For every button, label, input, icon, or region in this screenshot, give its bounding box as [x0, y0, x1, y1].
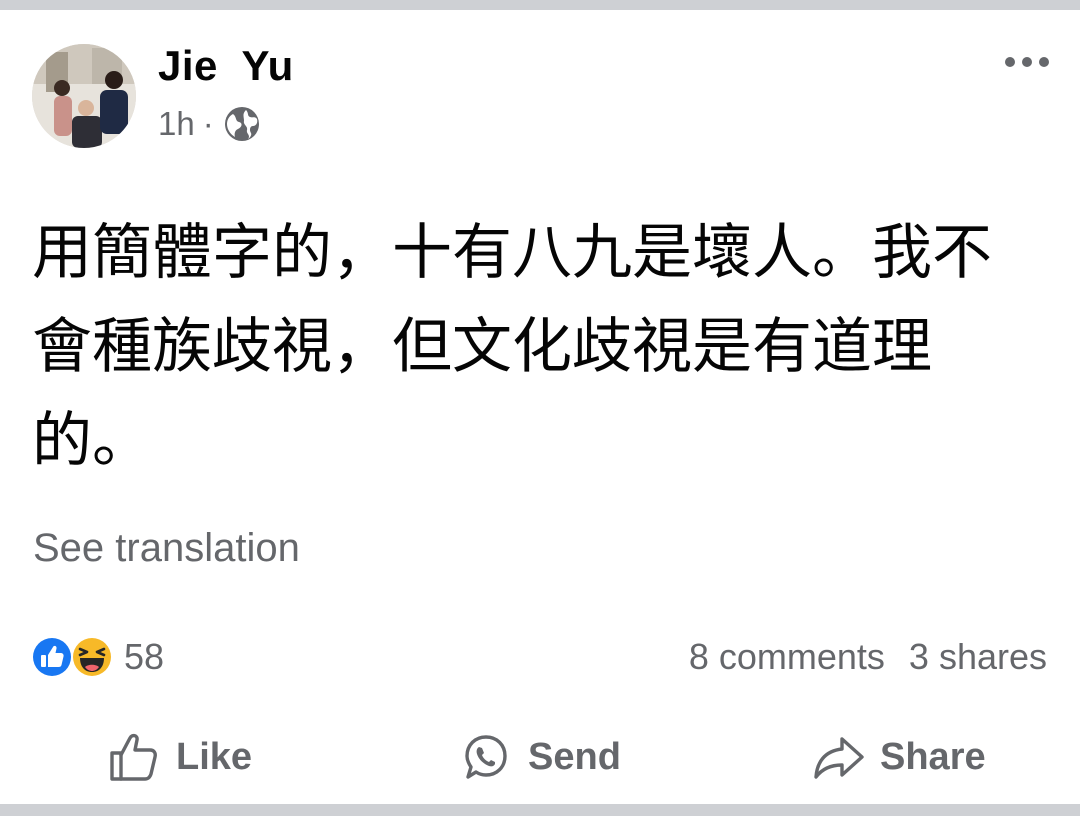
share-label: Share [880, 735, 986, 778]
shares-count[interactable]: 3 shares [909, 636, 1047, 678]
globe-icon[interactable] [222, 104, 262, 144]
thumbs-up-icon [110, 733, 157, 781]
action-bar: Like Send Share [0, 722, 1080, 792]
profile-photo [32, 44, 136, 148]
meta-separator: · [202, 105, 214, 142]
whatsapp-icon [465, 735, 507, 779]
like-reaction-icon [31, 636, 73, 678]
avatar[interactable] [32, 44, 136, 148]
see-translation-link[interactable]: See translation [33, 526, 300, 571]
author-name[interactable]: Jie Yu [158, 42, 294, 90]
like-button[interactable]: Like [106, 722, 252, 792]
post-text: 用簡體字的，十有八九是壞人。我不會種族歧視，但文化歧視是有道理的。 [32, 218, 992, 476]
reaction-count: 58 [124, 636, 165, 677]
post-meta: 1h · [158, 102, 262, 146]
more-options-icon[interactable] [1002, 50, 1052, 74]
comments-count[interactable]: 8 comments [689, 636, 885, 678]
post-card: Jie Yu 1h · 用簡體字的，十有八九是壞人。我不會種族歧視，但文化歧視是… [0, 10, 1080, 804]
send-label: Send [528, 735, 621, 778]
post-time[interactable]: 1h [158, 105, 195, 143]
like-label: Like [176, 735, 253, 778]
share-arrow-icon [814, 737, 864, 779]
haha-reaction-icon [71, 636, 113, 678]
post-stats: 8 comments 3 shares [689, 634, 1047, 680]
send-button[interactable]: Send [458, 722, 621, 792]
reactions-summary[interactable]: 58 [30, 634, 164, 680]
share-button[interactable]: Share [810, 722, 986, 792]
